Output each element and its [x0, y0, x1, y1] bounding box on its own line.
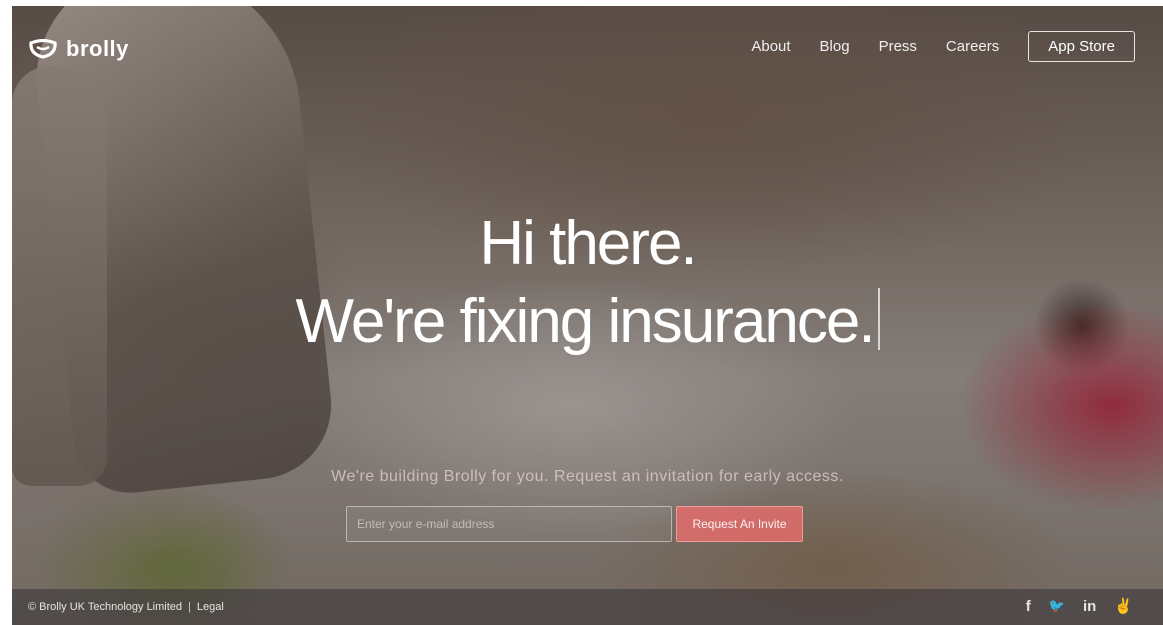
footer-legal: © Brolly UK Technology Limited | Legal	[28, 601, 224, 613]
nav-links: About Blog Press Careers App Store	[722, 31, 1135, 62]
typing-cursor	[877, 288, 880, 350]
hero-background: brolly About Blog Press Careers App Stor…	[12, 6, 1163, 625]
linkedin-icon[interactable]: in	[1083, 598, 1096, 615]
copyright-text: © Brolly UK Technology Limited	[28, 601, 183, 613]
nav-link-about[interactable]: About	[751, 38, 790, 55]
signup-tagline: We're building Brolly for you. Request a…	[331, 468, 844, 485]
invite-form: Request An Invite	[346, 506, 803, 542]
twitter-icon[interactable]: 🐦	[1049, 598, 1065, 614]
brand-logo[interactable]: brolly	[28, 36, 129, 62]
nav-link-press[interactable]: Press	[879, 38, 917, 55]
app-store-button[interactable]: App Store	[1028, 31, 1135, 62]
request-invite-button[interactable]: Request An Invite	[676, 506, 803, 542]
brand-name: brolly	[66, 36, 129, 61]
legal-link[interactable]: Legal	[197, 601, 224, 613]
hero-heading-line1: Hi there.	[479, 209, 697, 278]
nav-link-blog[interactable]: Blog	[820, 38, 850, 55]
top-nav: brolly About Blog Press Careers App Stor…	[12, 6, 1163, 86]
angellist-icon[interactable]: ✌	[1114, 597, 1133, 615]
umbrella-logo-icon	[29, 39, 57, 59]
hero-heading-line2-text: We're fixing insurance.	[295, 287, 875, 356]
email-input[interactable]	[346, 506, 672, 542]
facebook-icon[interactable]: f	[1026, 598, 1031, 615]
social-links: f 🐦 in ✌	[1026, 597, 1133, 616]
footer-separator: |	[188, 601, 191, 613]
footer: © Brolly UK Technology Limited | Legal f…	[12, 589, 1163, 625]
hero-heading-line2: We're fixing insurance.	[12, 286, 1163, 357]
nav-link-careers[interactable]: Careers	[946, 38, 999, 55]
